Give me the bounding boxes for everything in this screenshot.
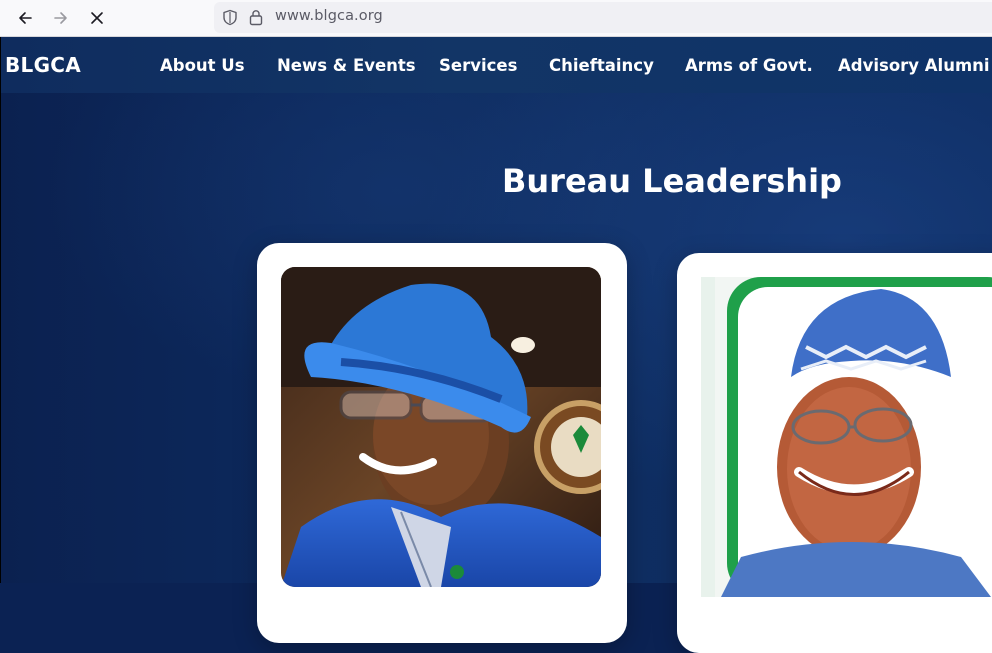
address-bar[interactable]: www.blgca.org (214, 2, 992, 33)
back-button[interactable] (12, 5, 38, 31)
url-text[interactable]: www.blgca.org (275, 8, 383, 24)
browser-toolbar: www.blgca.org (0, 0, 992, 37)
nav-arms-of-govt[interactable]: Arms of Govt. (685, 56, 813, 75)
back-arrow-icon (19, 12, 32, 24)
leader-photo (281, 267, 601, 587)
leader-photo (701, 277, 992, 597)
shield-icon[interactable] (222, 9, 238, 26)
nav-advisory-alumni[interactable]: Advisory Alumni (838, 56, 990, 75)
nav-services[interactable]: Services (439, 56, 517, 75)
leader-card[interactable] (677, 253, 992, 653)
nav-news-events[interactable]: News & Events (277, 56, 416, 75)
forward-arrow-icon (54, 12, 67, 24)
nav-chieftaincy[interactable]: Chieftaincy (549, 56, 654, 75)
nav-about-us[interactable]: About Us (160, 56, 245, 75)
leadership-section: Bureau Leadership (0, 93, 992, 653)
lock-icon[interactable] (249, 9, 263, 26)
section-title: Bureau Leadership (502, 162, 842, 200)
site-navbar: BLGCA About Us News & Events Services Ch… (0, 37, 992, 93)
leader-card[interactable] (257, 243, 627, 643)
forward-button[interactable] (48, 5, 74, 31)
site-logo-text[interactable]: BLGCA (5, 53, 81, 77)
close-icon (91, 12, 103, 24)
stop-loading-button[interactable] (84, 5, 110, 31)
